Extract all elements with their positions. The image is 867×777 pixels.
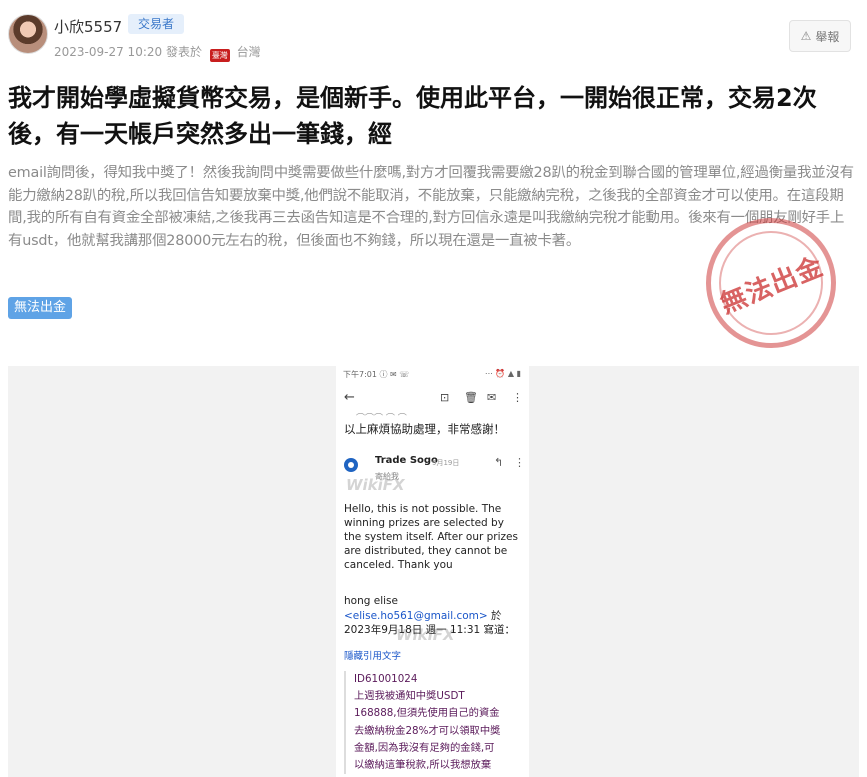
- phone-status-bar: 下午7:01 ⓘ ✉ ☏ ⋯ ⏰ ▲ ▮: [336, 366, 529, 382]
- post-location: 台灣: [236, 45, 261, 59]
- email-toolbar: ← ⊡ 🗑 ✉ ⋮: [336, 390, 529, 410]
- post-header: 小欣5557 交易者 2023-09-27 10:20 發表於 臺灣 台灣 ⚠ …: [8, 12, 859, 62]
- quote-suffix: 於: [487, 609, 502, 622]
- quote-line: 金額,因為我沒有足夠的金錢,可: [354, 741, 495, 754]
- report-label: 舉報: [815, 29, 840, 44]
- reply-icon: ↰: [494, 456, 504, 469]
- quote-header: hong elise <elise.ho561@gmail.com> 於 202…: [344, 594, 524, 638]
- hide-quoted-text-link[interactable]: 隱藏引用文字: [344, 648, 401, 662]
- sender-date: 9月19日: [432, 459, 460, 467]
- post-title: 我才開始學虛擬貨幣交易，是個新手。使用此平台，一開始很正常，交易2次後，有一天帳…: [8, 84, 817, 148]
- quote-name: hong elise: [344, 595, 398, 607]
- sender-name: Trade Sogo: [375, 455, 438, 466]
- warning-icon: ⚠: [800, 29, 812, 43]
- back-arrow-icon: ←: [344, 390, 355, 405]
- quote-line: ID61001024: [354, 673, 418, 685]
- tag-no-withdrawal[interactable]: 無法出金: [8, 297, 73, 319]
- report-button[interactable]: ⚠ 舉報: [789, 20, 851, 52]
- flag-icon: 臺灣: [209, 49, 230, 62]
- username[interactable]: 小欣5557: [54, 16, 122, 37]
- posted-from-label: 發表於: [165, 45, 202, 59]
- email-body: Hello, this is not possible. The winning…: [344, 503, 518, 571]
- quote-email-link[interactable]: <elise.ho561@gmail.com>: [344, 610, 488, 622]
- sender-avatar-icon: [344, 458, 358, 472]
- quoted-text-block: ID61001024 上週我被通知中獎USDT 168888,但須先使用自己的資…: [344, 671, 522, 775]
- role-badge: 交易者: [128, 14, 185, 34]
- quote-line: 上週我被通知中獎USDT: [354, 690, 465, 703]
- delete-icon: 🗑: [464, 391, 478, 404]
- status-time: 下午7:01 ⓘ ✉ ☏: [343, 370, 410, 379]
- quote-line: 168888,但須先使用自己的資金: [354, 707, 500, 720]
- mail-icon: ✉: [487, 391, 497, 404]
- thanks-line: 以上麻煩協助處理，非常感謝！: [344, 422, 505, 436]
- more-vert-icon: ⋮: [512, 391, 523, 404]
- wikifx-watermark: WikiFX: [346, 476, 405, 494]
- more-vert-icon: ⋮: [514, 456, 525, 469]
- post-date: 2023-09-27 10:20: [54, 45, 163, 59]
- quote-date: 2023年9月18日 週一 11:31 寫道：: [344, 624, 516, 636]
- avatar[interactable]: [8, 14, 48, 54]
- status-signal-icons: ⋯ ⏰ ▲ ▮: [484, 369, 521, 378]
- quote-line: 以繳納這筆稅款,所以我想放棄: [354, 759, 492, 772]
- post-meta: 2023-09-27 10:20 發表於 臺灣 台灣: [54, 43, 261, 62]
- archive-icon: ⊡: [440, 391, 450, 404]
- quote-line: 去繳納稅金28%才可以領取中獎: [354, 724, 501, 737]
- email-screenshot: 下午7:01 ⓘ ✉ ☏ ⋯ ⏰ ▲ ▮ ← ⊡ 🗑 ✉ ⋮ ⌒⌒⌒ ⌒ ⌒ 以…: [336, 366, 529, 777]
- stamp-text: 無法出金: [716, 251, 828, 320]
